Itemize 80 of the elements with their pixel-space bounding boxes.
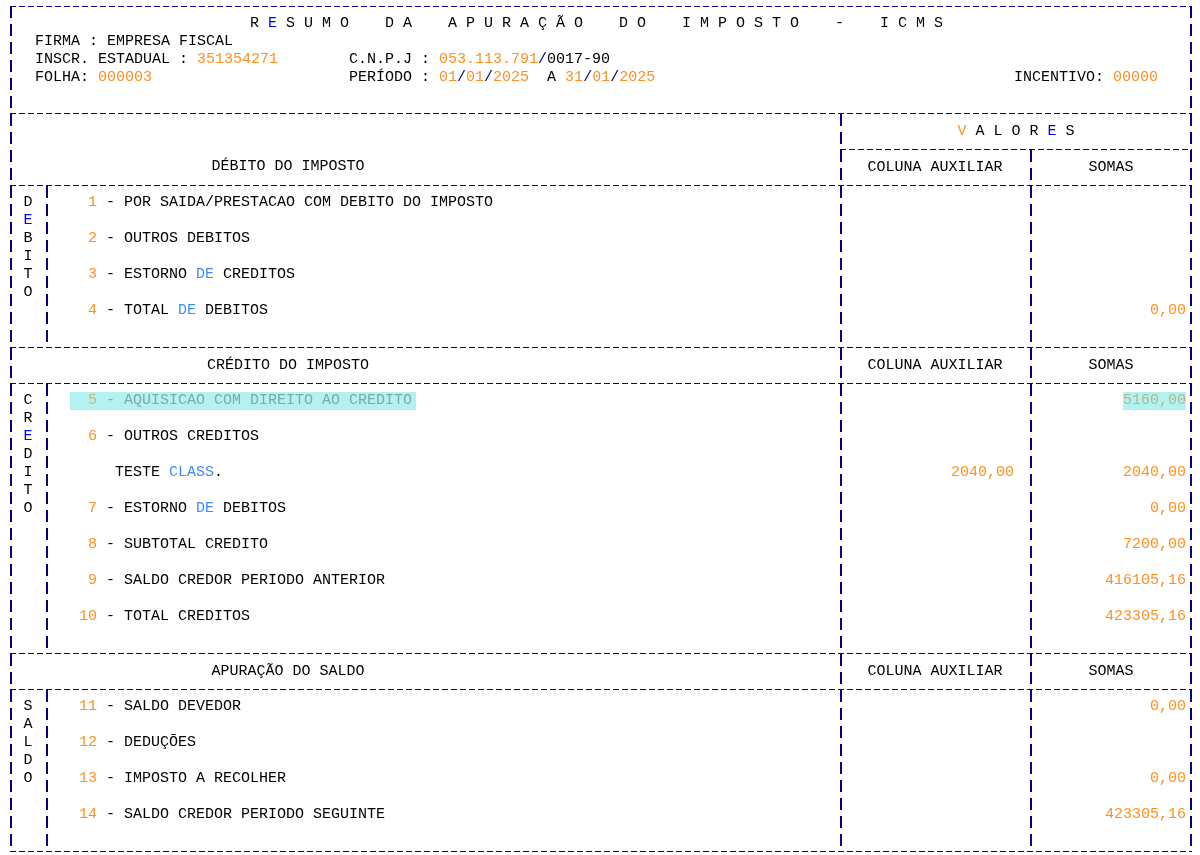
period-separator: A — [547, 69, 557, 87]
field-label: FOLHA: — [35, 69, 89, 87]
line-number: 6 — [87, 428, 97, 446]
sum-amount: 7200,00 — [1123, 536, 1186, 554]
report-line[interactable]: 7 - ESTORNO DE DEBITOS — [70, 500, 291, 518]
line-number: 14 — [78, 806, 97, 824]
line-number: 4 — [87, 302, 97, 320]
line-label: - SUBTOTAL CREDITO — [106, 536, 269, 554]
line-number: 9 — [87, 572, 97, 590]
field-value: 053.113.791/0017-90 — [439, 51, 611, 69]
line-number: 8 — [87, 536, 97, 554]
report-line[interactable]: 3 - ESTORNO DE CREDITOS — [70, 266, 300, 284]
field-value: 351354271 — [197, 51, 279, 69]
column-heading: SOMAS — [1088, 158, 1134, 177]
report-line[interactable]: 10 - TOTAL CREDITOS — [70, 608, 255, 626]
sum-amount: 0,00 — [1150, 698, 1186, 716]
line-label: - ESTORNO DE CREDITOS — [106, 266, 296, 284]
field-value: 000003 — [98, 69, 153, 87]
section-heading: CRÉDITO DO IMPOSTO — [206, 357, 370, 375]
section-heading: APURAÇÃO DO SALDO — [210, 663, 366, 681]
side-label: C R E D I T O — [23, 392, 33, 518]
line-number: 7 — [87, 500, 97, 518]
field-value: 00000 — [1113, 69, 1158, 87]
line-label: - SALDO DEVEDOR — [106, 698, 242, 716]
report-line[interactable]: 13 - IMPOSTO A RECOLHER — [70, 770, 291, 788]
line-label: - DEDUÇÕES — [106, 734, 196, 752]
field-label: FIRMA : — [35, 33, 98, 51]
line-label: - IMPOSTO A RECOLHER — [106, 770, 287, 788]
line-label: - SALDO CREDOR PERIODO ANTERIOR — [106, 572, 386, 590]
side-label: D E B I T O — [23, 194, 33, 302]
line-number: 1 — [87, 194, 97, 212]
line-label: - ESTORNO DE DEBITOS — [106, 500, 287, 518]
report-line[interactable]: 6 - OUTROS CREDITOS — [70, 428, 264, 446]
side-label: S A L D O — [23, 698, 33, 788]
report-line[interactable]: 8 - SUBTOTAL CREDITO — [70, 536, 273, 554]
field-label: INSCR. ESTADUAL : — [35, 51, 189, 69]
report-line[interactable]: 4 - TOTAL DE DEBITOS — [70, 302, 273, 320]
line-number: 12 — [78, 734, 97, 752]
field-value: 01/01/2025 — [439, 69, 530, 87]
sum-amount: 0,00 — [1150, 302, 1186, 320]
report-line[interactable]: 2 - OUTROS DEBITOS — [70, 230, 255, 248]
report-line[interactable]: 14 - SALDO CREDOR PERIODO SEGUINTE — [70, 806, 390, 824]
line-label: - OUTROS CREDITOS — [106, 428, 260, 446]
sum-amount: 0,00 — [1150, 770, 1186, 788]
sum-amount: 5160,00 — [1123, 392, 1186, 410]
line-label: - SALDO CREDOR PERIODO SEGUINTE — [106, 806, 386, 824]
column-heading: COLUNA AUXILIAR — [867, 662, 1003, 681]
values-heading: V ALOR E S — [957, 122, 1084, 141]
line-number: 10 — [78, 608, 97, 626]
field-value: EMPRESA FISCAL — [107, 33, 234, 51]
section-heading: DÉBITO DO IMPOSTO — [210, 158, 366, 176]
sum-amount: 423305,16 — [1105, 608, 1186, 626]
field-value: 31/01/2025 — [565, 69, 656, 87]
line-number: 11 — [78, 698, 97, 716]
sum-amount: 423305,16 — [1105, 806, 1186, 824]
line-label: - TOTAL CREDITOS — [106, 608, 251, 626]
line-number: 3 — [87, 266, 97, 284]
line-label: - OUTROS DEBITOS — [106, 230, 251, 248]
sum-amount: 0,00 — [1150, 500, 1186, 518]
column-heading: COLUNA AUXILIAR — [867, 158, 1003, 177]
line-number: 5 — [87, 392, 97, 410]
column-heading: SOMAS — [1088, 356, 1134, 375]
line-label: - POR SAIDA/PRESTACAO COM DEBITO DO IMPOSTO — [106, 194, 494, 212]
report-line[interactable]: 1 - POR SAIDA/PRESTACAO COM DEBITO DO IMPOSTO — [70, 194, 498, 212]
column-heading: COLUNA AUXILIAR — [867, 356, 1003, 375]
report-line[interactable]: 11 - SALDO DEVEDOR — [70, 698, 246, 716]
line-number: 2 — [87, 230, 97, 248]
line-label: - AQUISICAO COM DIREITO AO CREDITO — [106, 392, 413, 410]
line-number: 13 — [78, 770, 97, 788]
field-label: C.N.P.J : — [349, 51, 430, 68]
line-label: - TOTAL DE DEBITOS — [106, 302, 269, 320]
report-title: R E SUMO DA APURAÇÃO DO IMPOSTO - ICMS — [248, 15, 954, 33]
report-line[interactable]: 9 - SALDO CREDOR PERIODO ANTERIOR — [70, 572, 390, 590]
sum-amount: 416105,16 — [1105, 572, 1186, 590]
sum-amount: 2040,00 — [1123, 464, 1186, 482]
field-label: PERÍODO : — [349, 69, 430, 87]
report-line[interactable]: 12 - DEDUÇÕES — [70, 734, 200, 752]
auxiliary-amount: 2040,00 — [951, 464, 1014, 482]
field-label: INCENTIVO: — [1013, 69, 1104, 87]
column-heading: SOMAS — [1088, 662, 1134, 681]
